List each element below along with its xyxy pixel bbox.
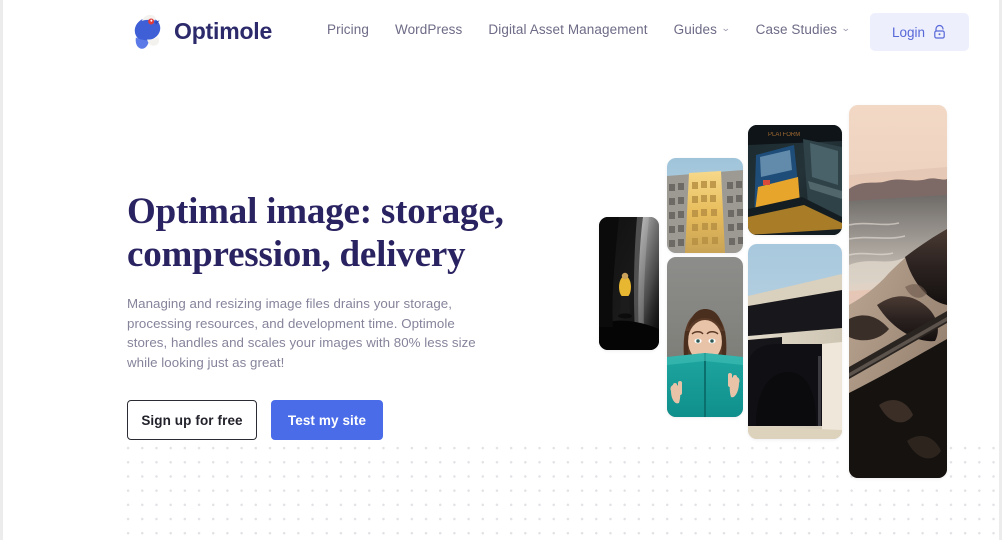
building-facade-image [667,158,743,253]
landing-page: Optimole Pricing WordPress Digital Asset… [0,0,1002,540]
nav-item-label: Guides [673,22,717,37]
nav-item-digital-asset-management[interactable]: Digital Asset Management [488,22,647,37]
hero-image-collage: PLATFORM [593,100,953,490]
building-facade-photo [667,158,743,253]
site-header: Optimole Pricing WordPress Digital Asset… [3,0,999,64]
chevron-down-icon: ⌄ [841,23,851,33]
subway-train-photo: PLATFORM [748,125,842,235]
nav-item-case-studies[interactable]: Case Studies ⌄ [755,22,851,37]
page-title: Optimal image: storage, compression, del… [127,190,527,276]
svg-text:PLATFORM: PLATFORM [768,132,800,138]
architecture-image [748,244,842,439]
coastal-sunset-image [849,105,947,478]
coastal-sunset-photo [849,105,947,478]
cta-button-group: Sign up for free Test my site [127,400,527,440]
woman-reading-photo [667,257,743,417]
cave-explorer-image [599,217,659,350]
optimole-bird-logo-icon [134,14,161,49]
main-navigation: Pricing WordPress Digital Asset Manageme… [327,22,851,37]
brand-logo-link[interactable]: Optimole [125,11,272,51]
woman-reading-image [667,257,743,417]
login-button-label: Login [891,24,926,40]
test-my-site-button[interactable]: Test my site [271,400,383,440]
nav-item-label: Pricing [327,22,369,37]
chevron-down-icon: ⌄ [720,23,731,33]
headline-line-1: Optimal image: storage, [127,191,504,232]
subway-train-image: PLATFORM [748,125,842,235]
hero-section: Optimal image: storage, compression, del… [127,190,527,440]
sign-up-for-free-button[interactable]: Sign up for free [127,400,257,440]
nav-item-label: Case Studies [755,22,838,37]
nav-item-label: WordPress [394,22,463,37]
nav-item-pricing[interactable]: Pricing [327,22,369,37]
login-button[interactable]: Login [870,13,969,51]
headline-line-2: compression, delivery [127,234,466,275]
nav-item-guides[interactable]: Guides ⌄ [673,22,731,37]
nav-item-wordpress[interactable]: WordPress [395,22,462,37]
cave-explorer-photo [599,217,659,350]
nav-item-label: Digital Asset Management [488,22,648,37]
architecture-photo [748,244,842,439]
hero-paragraph: Managing and resizing image files drains… [127,296,476,370]
brand-name: Optimole [174,17,273,44]
lock-icon [934,24,945,39]
